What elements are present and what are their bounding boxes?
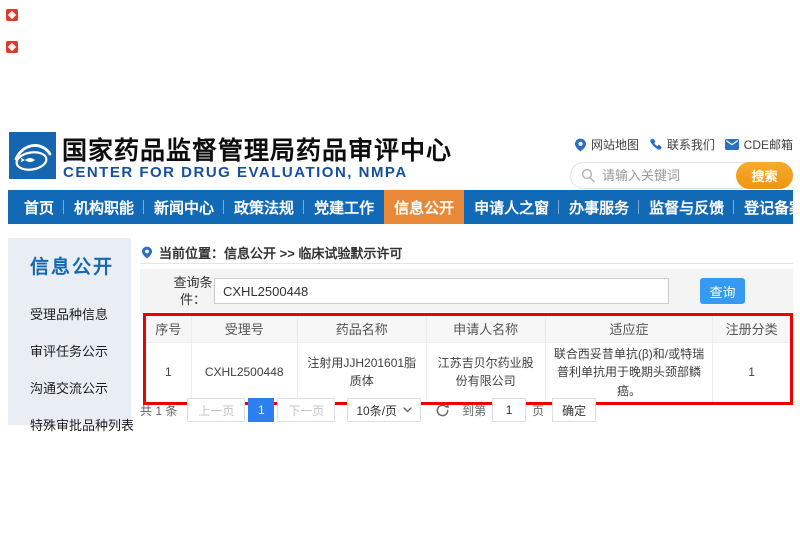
total-count: 共 1 条 [140,402,177,419]
confirm-button[interactable]: 确定 [552,398,596,422]
cde-nmpa-page: 国家药品监督管理局药品审评中心 CENTER FOR DRUG EVALUATI… [0,0,800,533]
cde-mail-link[interactable]: CDE邮箱 [725,136,793,153]
phone-icon [649,138,662,151]
sidebar-item-review-tasks[interactable]: 审评任务公示 [8,332,131,369]
results-table: 序号 受理号 药品名称 申请人名称 适应症 注册分类 1 CXHL2500448… [146,316,790,402]
pagination: 共 1 条 上一页 1 下一页 10条/页 到第 页 确定 [140,398,596,422]
contact-us-link[interactable]: 联系我们 [649,136,715,153]
cell-applicant: 江苏吉贝尔药业股份有限公司 [426,342,545,402]
search-button[interactable]: 搜索 [736,162,793,189]
col-header-drug-name: 药品名称 [297,316,426,342]
goto-page-suffix: 页 [532,402,544,419]
eye-logo-icon [9,132,56,179]
goto-page-input[interactable] [492,398,526,422]
prev-page-button[interactable]: 上一页 [187,398,245,422]
nav-item-news[interactable]: 新闻中心 [144,190,224,224]
query-condition-label: 查询条件： [170,274,216,308]
col-header-reg-class: 注册分类 [713,316,790,342]
refresh-icon [435,403,450,418]
cell-indication: 联合西妥昔单抗(β)和/或特瑞普利单抗用于晚期头颈部鳞癌。 [545,342,712,402]
next-page-button[interactable]: 下一页 [277,398,335,422]
col-header-applicant: 申请人名称 [426,316,545,342]
nav-item-party[interactable]: 党建工作 [304,190,384,224]
sidebar-item-communication[interactable]: 沟通交流公示 [8,369,131,406]
main-nav: 首页 机构职能 新闻中心 政策法规 党建工作 信息公开 申请人之窗 办事服务 监… [8,190,793,224]
contact-us-label: 联系我们 [667,136,715,153]
envelope-icon [725,139,739,150]
query-bar: 查询条件： 查询 [140,269,793,312]
query-condition-input[interactable] [214,278,669,304]
sitemap-label: 网站地图 [591,136,639,153]
col-header-seq: 序号 [146,316,191,342]
nav-item-policies[interactable]: 政策法规 [224,190,304,224]
results-table-highlight: 序号 受理号 药品名称 申请人名称 适应症 注册分类 1 CXHL2500448… [143,313,793,405]
table-row: 1 CXHL2500448 注射用JJH201601脂质体 江苏吉贝尔药业股份有… [146,342,790,402]
header-quick-links: 网站地图 联系我们 CDE邮箱 [575,136,793,153]
cde-mail-label: CDE邮箱 [744,136,793,153]
breadcrumb: 当前位置：信息公开 >> 临床试验默示许可 [142,243,402,262]
search-bar: 搜索 [570,162,793,189]
refresh-control[interactable] [435,403,450,418]
nav-item-info-disclosure[interactable]: 信息公开 [384,190,464,224]
cell-seq: 1 [146,342,191,402]
page-size-value: 10条/页 [356,402,397,419]
search-input[interactable] [602,168,712,183]
cell-acceptance-no: CXHL2500448 [191,342,297,402]
breadcrumb-divider [140,263,793,264]
red-badge-icon [6,9,18,21]
site-title-cn: 国家药品监督管理局药品审评中心 [62,131,452,167]
nav-item-home[interactable]: 首页 [14,190,64,224]
cde-logo[interactable] [9,132,56,179]
sitemap-link[interactable]: 网站地图 [575,136,639,153]
red-badge-icon [6,41,18,53]
page-number-active[interactable]: 1 [248,398,274,422]
sidebar-items: 受理品种信息 审评任务公示 沟通交流公示 特殊审批品种列表 [8,295,131,443]
sidebar-item-special-approval-list[interactable]: 特殊审批品种列表 [8,406,131,443]
page-size-select[interactable]: 10条/页 [347,398,421,422]
sidebar: 信息公开 受理品种信息 审评任务公示 沟通交流公示 特殊审批品种列表 [8,238,131,425]
search-icon [581,168,596,183]
nav-item-registration-platform[interactable]: 登记备案平台 [734,190,800,224]
nav-item-functions[interactable]: 机构职能 [64,190,144,224]
goto-page-prefix: 到第 [462,402,486,419]
query-button[interactable]: 查询 [700,278,745,304]
table-header-row: 序号 受理号 药品名称 申请人名称 适应症 注册分类 [146,316,790,342]
nav-item-supervision[interactable]: 监督与反馈 [639,190,734,224]
col-header-acceptance-no: 受理号 [191,316,297,342]
sidebar-title: 信息公开 [8,238,131,279]
nav-item-applicant-window[interactable]: 申请人之窗 [464,190,559,224]
col-header-indication: 适应症 [545,316,712,342]
map-pin-icon [575,138,586,152]
breadcrumb-text: 当前位置：信息公开 >> 临床试验默示许可 [159,243,402,262]
nav-item-services[interactable]: 办事服务 [559,190,639,224]
chevron-down-icon [403,407,412,413]
cell-drug-name: 注射用JJH201601脂质体 [297,342,426,402]
location-pin-icon [142,246,152,259]
site-title-en: CENTER FOR DRUG EVALUATION, NMPA [63,164,408,181]
sidebar-item-accepted-varieties[interactable]: 受理品种信息 [8,295,131,332]
cell-reg-class: 1 [713,342,790,402]
